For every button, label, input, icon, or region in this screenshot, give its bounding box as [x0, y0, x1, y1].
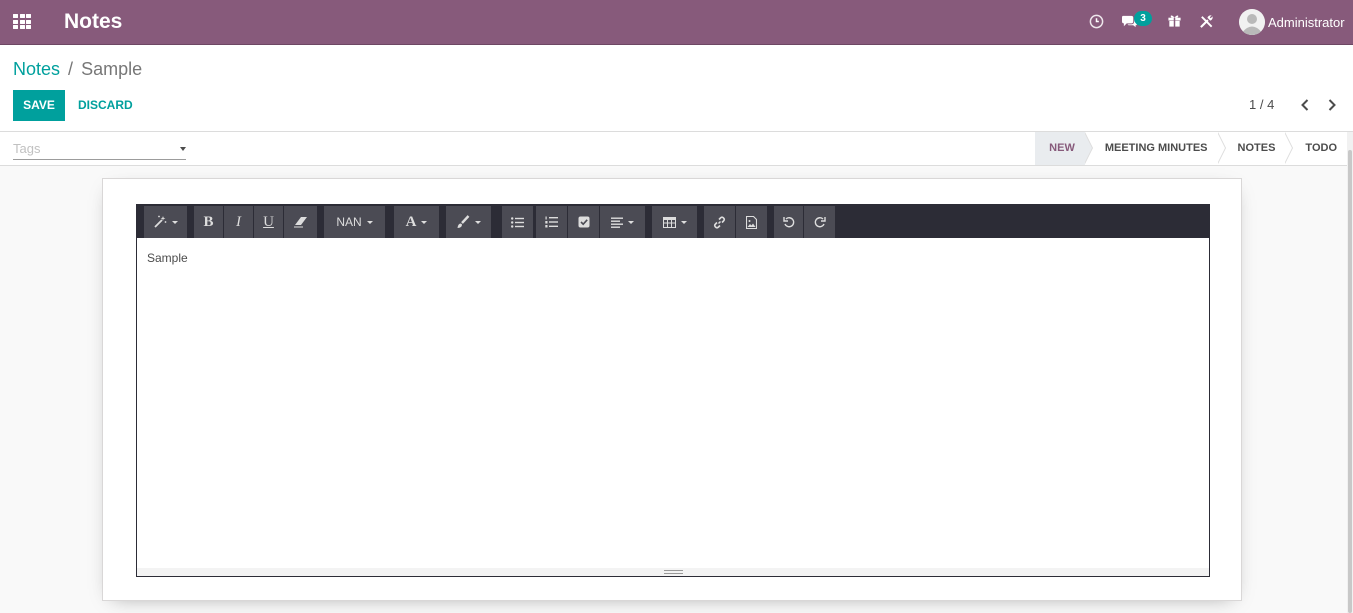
tags-field[interactable]: [13, 140, 186, 160]
link-icon[interactable]: [703, 206, 735, 238]
font-size-dropdown[interactable]: NAN: [323, 206, 385, 238]
checklist-icon[interactable]: [567, 206, 599, 238]
pager-value[interactable]: 1 / 4: [1249, 97, 1274, 112]
app-title[interactable]: Notes: [64, 10, 122, 34]
editor-content[interactable]: Sample: [147, 251, 188, 265]
stage-notes[interactable]: NOTES: [1217, 132, 1294, 165]
stage-selector: NEW MEETING MINUTES NOTES TODO: [1035, 132, 1347, 165]
font-color-icon[interactable]: A: [393, 206, 439, 238]
form-sheet: B I U NAN A Sample: [102, 178, 1242, 601]
user-name[interactable]: Administrator: [1268, 15, 1345, 30]
avatar[interactable]: [1239, 9, 1265, 35]
background-color-icon[interactable]: [445, 206, 491, 238]
style-magic-icon[interactable]: [143, 206, 187, 238]
redo-icon[interactable]: [803, 206, 835, 238]
debug-tools-icon[interactable]: [1199, 14, 1214, 29]
breadcrumb: Notes / Sample: [13, 59, 142, 80]
bold-icon[interactable]: B: [193, 206, 223, 238]
stage-meeting-minutes[interactable]: MEETING MINUTES: [1084, 132, 1226, 165]
unordered-list-icon[interactable]: [501, 206, 533, 238]
breadcrumb-separator: /: [68, 59, 74, 79]
activity-clock-icon[interactable]: [1089, 14, 1104, 29]
ordered-list-icon[interactable]: [535, 206, 567, 238]
control-panel: Notes / Sample SAVE DISCARD 1 / 4: [0, 45, 1353, 132]
save-button[interactable]: SAVE: [13, 90, 65, 121]
html-editor: B I U NAN A Sample: [136, 204, 1210, 577]
table-icon[interactable]: [651, 206, 697, 238]
editor-toolbar: B I U NAN A: [137, 205, 1209, 238]
resize-grip-icon[interactable]: [664, 570, 683, 574]
tags-input[interactable]: [13, 141, 163, 156]
scrollbar-thumb[interactable]: [1348, 150, 1352, 613]
top-navbar: Notes 3 Administrator: [0, 0, 1353, 45]
stage-todo[interactable]: TODO: [1285, 132, 1347, 165]
font-size-label: NAN: [336, 215, 362, 229]
discard-button[interactable]: DISCARD: [78, 90, 133, 121]
undo-icon[interactable]: [773, 206, 803, 238]
editor-resize-bar[interactable]: [137, 568, 1209, 576]
gift-icon[interactable]: [1167, 13, 1182, 28]
breadcrumb-current: Sample: [81, 59, 143, 79]
image-icon[interactable]: [735, 206, 767, 238]
statusbar: NEW MEETING MINUTES NOTES TODO: [0, 132, 1353, 166]
eraser-icon[interactable]: [283, 206, 317, 238]
messages-count-badge: 3: [1134, 11, 1152, 26]
tags-dropdown-icon[interactable]: [180, 147, 186, 151]
apps-menu-icon[interactable]: [13, 14, 31, 30]
scrollbar[interactable]: [1347, 132, 1353, 613]
underline-icon[interactable]: U: [253, 206, 283, 238]
stage-new[interactable]: NEW: [1035, 132, 1093, 165]
pager-next-icon[interactable]: [1324, 95, 1340, 115]
breadcrumb-parent-link[interactable]: Notes: [13, 59, 60, 79]
paragraph-align-icon[interactable]: [599, 206, 645, 238]
italic-icon[interactable]: I: [223, 206, 253, 238]
pager-previous-icon[interactable]: [1297, 95, 1313, 115]
